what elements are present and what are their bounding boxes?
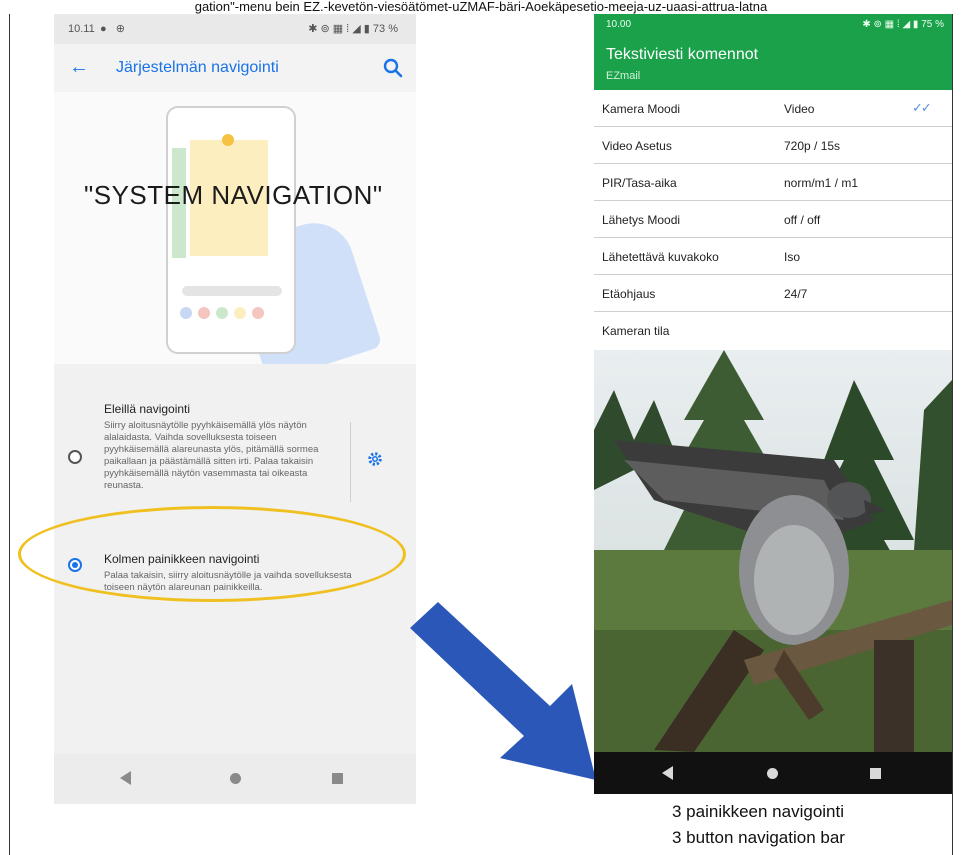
table-row[interactable]: Kamera Moodi Video ✓✓ (594, 90, 952, 127)
illustration-bar (182, 286, 282, 296)
back-icon[interactable] (662, 766, 673, 780)
table-row[interactable]: Kameran tila (594, 312, 952, 349)
double-check-icon: ✓✓ (912, 100, 932, 115)
row-value: off / off (784, 213, 821, 227)
recents-icon[interactable] (332, 773, 343, 784)
app-bar: ← Järjestelmän navigointi (54, 44, 416, 92)
row-value: Iso (784, 250, 801, 264)
page-title: Järjestelmän navigointi (116, 59, 279, 76)
navigation-bar (54, 754, 416, 804)
status-time: 10.11 (68, 23, 95, 35)
row-key: Kamera Moodi (602, 102, 681, 116)
settings-table: Kamera Moodi Video ✓✓ Video Asetus 720p … (594, 90, 952, 349)
home-icon[interactable] (230, 773, 241, 784)
highlight-ellipse (18, 506, 406, 602)
table-row[interactable]: PIR/Tasa-aika norm/m1 / m1 (594, 164, 952, 201)
status-bar: 10.00 ✱ ⊚ ▦ ⁞ ◢ ▮ 75 % (594, 14, 952, 34)
status-bar: 10.11 ● ⊕ ✱ ⊚ ▦ ⁞ ◢ ▮ 73 % (54, 14, 416, 44)
navigation-bar (594, 752, 952, 794)
row-key: PIR/Tasa-aika (602, 176, 677, 190)
status-time: 10.00 (606, 19, 632, 30)
frame-border-right (952, 14, 953, 855)
notification-icons: ● ⊕ (100, 23, 128, 35)
row-value: 24/7 (784, 287, 808, 301)
frame-border-left (9, 14, 10, 855)
row-key: Lähetys Moodi (602, 213, 681, 227)
row-key: Kameran tila (602, 324, 670, 338)
radio-gesture[interactable] (68, 450, 82, 464)
row-value: Video (784, 102, 815, 116)
bottom-caption-fi: 3 painikkeen navigointi (672, 802, 845, 821)
row-value: 720p / 15s (784, 139, 841, 153)
row-key: Video Asetus (602, 139, 672, 153)
bottom-caption-en: 3 button navigation bar (672, 828, 845, 847)
search-icon[interactable] (380, 56, 406, 80)
illustration-dot (222, 134, 234, 146)
recents-icon[interactable] (870, 768, 881, 779)
table-row[interactable]: Lähetys Moodi off / off (594, 201, 952, 238)
arrow-right-down-icon (410, 602, 596, 780)
gear-icon[interactable] (366, 450, 384, 468)
home-icon[interactable] (767, 768, 778, 779)
status-icons: ✱ ⊚ ▦ ⁞ ◢ ▮ 73 % (308, 23, 398, 35)
option-description: Siirry aloitusnäytölle pyyhkäisemällä yl… (104, 420, 319, 491)
divider (350, 422, 351, 502)
left-phone-screen: 10.11 ● ⊕ ✱ ⊚ ▦ ⁞ ◢ ▮ 73 % ← Järjestelmä… (54, 14, 416, 804)
option-title: Eleillä navigointi (104, 402, 191, 416)
table-row[interactable]: Video Asetus 720p / 15s (594, 127, 952, 164)
right-phone-screen: 10.00 ✱ ⊚ ▦ ⁞ ◢ ▮ 75 % Tekstiviesti kome… (594, 14, 952, 794)
app-bar: Tekstiviesti komennot EZmail (594, 34, 952, 90)
status-icons: ✱ ⊚ ▦ ⁞ ◢ ▮ 75 % (862, 19, 944, 30)
row-key: Etäohjaus (602, 287, 656, 301)
table-row[interactable]: Lähetettävä kuvakoko Iso (594, 238, 952, 275)
illustration-dots (180, 306, 284, 320)
camera-photo (594, 350, 952, 752)
row-value: norm/m1 / m1 (784, 176, 859, 190)
phone-illustration (166, 106, 296, 354)
row-key: Lähetettävä kuvakoko (602, 250, 719, 264)
system-navigation-label: "SYSTEM NAVIGATION" (84, 180, 383, 210)
arrow-left-icon[interactable]: ← (66, 56, 92, 80)
table-row[interactable]: Etäohjaus 24/7 (594, 275, 952, 312)
page-title: Tekstiviesti komennot (606, 46, 759, 63)
back-icon[interactable] (120, 771, 131, 785)
page-subtitle: EZmail (606, 70, 641, 82)
